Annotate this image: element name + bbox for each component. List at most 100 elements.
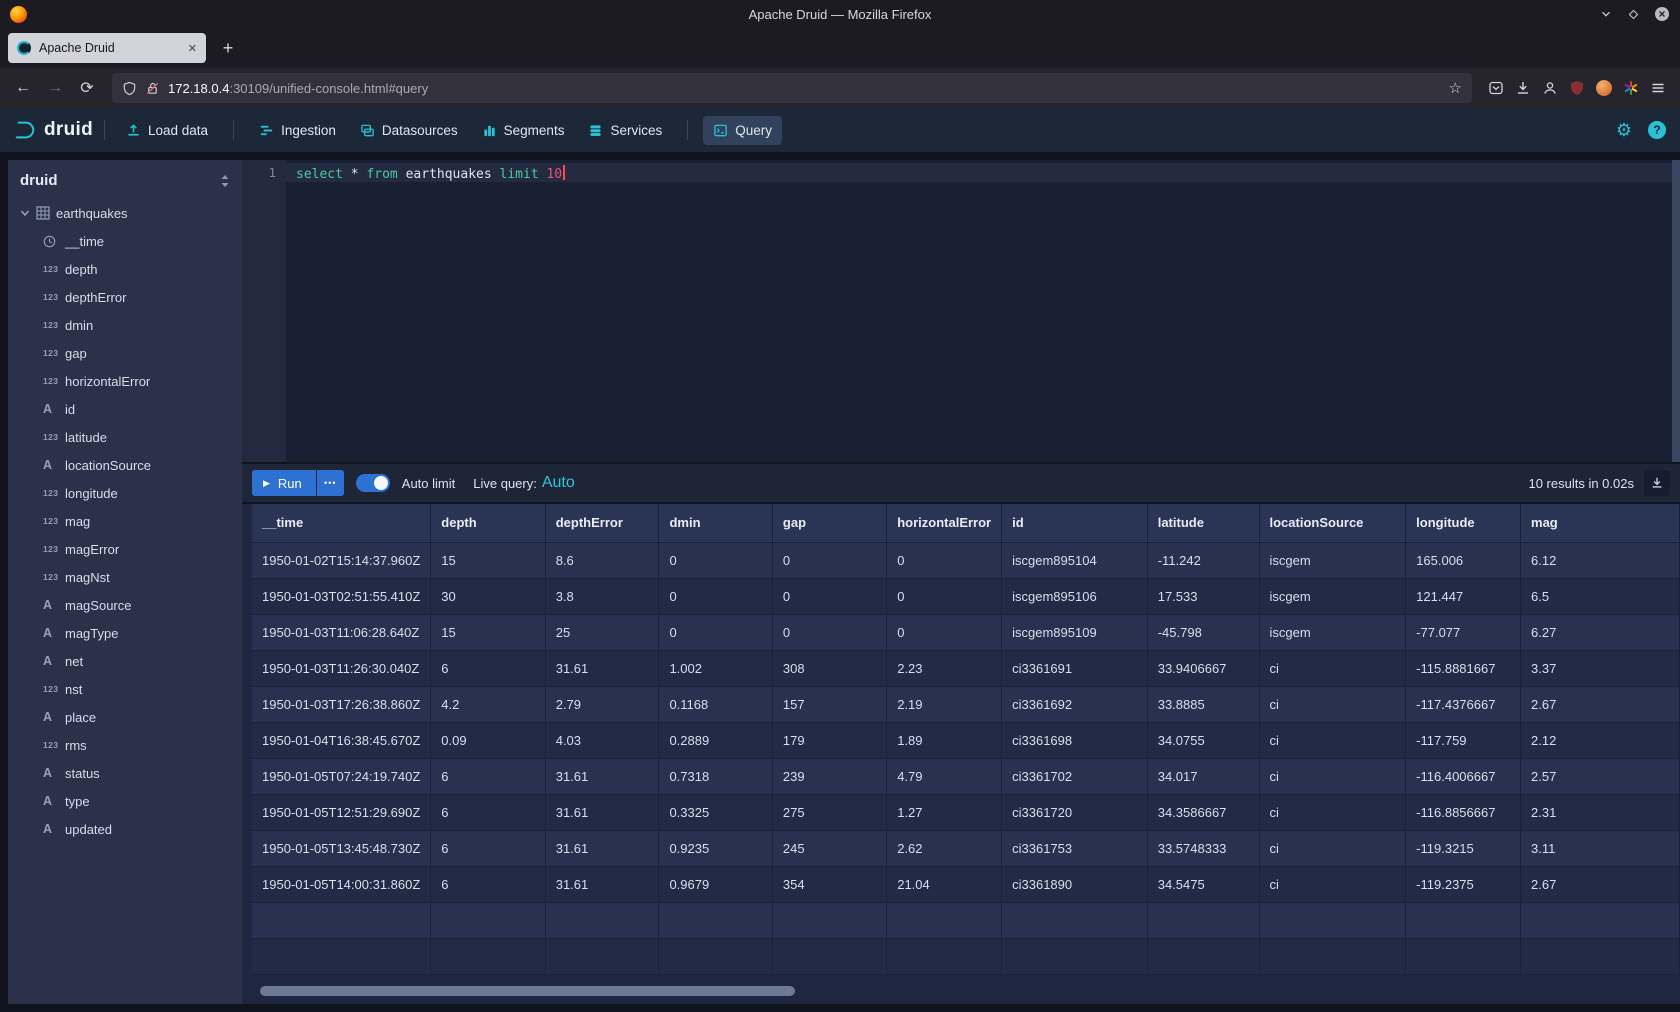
extension-pinwheel-icon[interactable] [1623,80,1639,96]
cell[interactable]: ci3361753 [1002,830,1148,866]
cell[interactable]: 31.61 [545,794,659,830]
help-icon[interactable]: ? [1648,121,1666,139]
cell[interactable]: 0 [772,578,886,614]
cell[interactable]: 1950-01-05T12:51:29.690Z [252,794,431,830]
cell[interactable]: ci3361698 [1002,722,1148,758]
cell[interactable]: 0 [772,542,886,578]
schema-column-latitude[interactable]: 123 latitude [8,423,242,451]
cell[interactable]: 1.002 [659,650,772,686]
run-button[interactable]: ▶Run [252,470,316,496]
cell[interactable]: 33.9406667 [1147,650,1259,686]
cell[interactable]: 1950-01-05T13:45:48.730Z [252,830,431,866]
cell[interactable]: 34.0755 [1147,722,1259,758]
schema-column-depthError[interactable]: 123 depthError [8,283,242,311]
schema-column-mag[interactable]: 123 mag [8,507,242,535]
schema-column-gap[interactable]: 123 gap [8,339,242,367]
bookmark-star-icon[interactable]: ☆ [1449,79,1462,97]
cell[interactable]: 33.8885 [1147,686,1259,722]
cell[interactable]: 0.1168 [659,686,772,722]
schema-column-magNst[interactable]: 123 magNst [8,563,242,591]
cell[interactable]: 2.67 [1521,866,1680,902]
cell[interactable]: 245 [772,830,886,866]
schema-column-net[interactable]: A net [8,647,242,675]
schema-column-magType[interactable]: A magType [8,619,242,647]
schema-column-horizontalError[interactable]: 123 horizontalError [8,367,242,395]
schema-column-updated[interactable]: A updated [8,815,242,843]
cell[interactable]: 2.23 [887,650,1002,686]
run-more-button[interactable]: ••• [317,470,344,496]
cell[interactable]: iscgem [1259,614,1406,650]
cell[interactable]: 0.9235 [659,830,772,866]
cell[interactable]: 1950-01-03T11:26:30.040Z [252,650,431,686]
cell[interactable]: 30 [431,578,545,614]
insecure-lock-icon[interactable] [145,81,160,96]
schema-column-longitude[interactable]: 123 longitude [8,479,242,507]
cell[interactable]: 157 [772,686,886,722]
column-header-id[interactable]: id [1002,504,1148,542]
nav-item-load-data[interactable]: Load data [116,116,218,145]
cell[interactable]: ci [1259,722,1406,758]
nav-item-services[interactable]: Services [578,116,672,145]
window-shade-icon[interactable] [1599,7,1613,21]
cell[interactable]: ci3361720 [1002,794,1148,830]
cell[interactable]: -77.077 [1406,614,1521,650]
cell[interactable]: ci3361691 [1002,650,1148,686]
cell[interactable]: 1950-01-04T16:38:45.670Z [252,722,431,758]
cell[interactable]: iscgem895104 [1002,542,1148,578]
cell[interactable]: 6 [431,866,545,902]
column-header-__time[interactable]: __time [252,504,431,542]
cell[interactable]: ci3361890 [1002,866,1148,902]
ublock-origin-icon[interactable] [1569,80,1585,96]
cell[interactable]: 21.04 [887,866,1002,902]
column-header-horizontalError[interactable]: horizontalError [887,504,1002,542]
cell[interactable]: 25 [545,614,659,650]
schema-table-earthquakes[interactable]: earthquakes [8,199,242,227]
cell[interactable]: -119.2375 [1406,866,1521,902]
cell[interactable]: 31.61 [545,650,659,686]
cell[interactable]: 34.017 [1147,758,1259,794]
cell[interactable]: 2.31 [1521,794,1680,830]
cell[interactable]: 275 [772,794,886,830]
cell[interactable]: iscgem [1259,578,1406,614]
schema-column-status[interactable]: A status [8,759,242,787]
settings-gear-icon[interactable]: ⚙ [1616,121,1632,139]
cell[interactable]: 1950-01-03T17:26:38.860Z [252,686,431,722]
druid-logo[interactable]: druid [14,119,93,141]
column-header-longitude[interactable]: longitude [1406,504,1521,542]
sort-columns-icon[interactable] [220,174,230,188]
browser-tab-apache-druid[interactable]: Apache Druid ✕ [8,33,206,63]
cell[interactable]: 15 [431,542,545,578]
new-tab-button[interactable]: + [214,34,242,62]
cell[interactable]: ci [1259,758,1406,794]
cell[interactable]: ci3361692 [1002,686,1148,722]
cell[interactable]: iscgem [1259,542,1406,578]
cell[interactable]: 179 [772,722,886,758]
menu-hamburger-icon[interactable] [1650,80,1666,96]
cell[interactable]: 1950-01-03T11:06:28.640Z [252,614,431,650]
cell[interactable]: 15 [431,614,545,650]
horizontal-scrollbar[interactable] [260,986,795,996]
cell[interactable]: 1950-01-05T07:24:19.740Z [252,758,431,794]
column-header-latitude[interactable]: latitude [1147,504,1259,542]
url-bar[interactable]: 172.18.0.4:30109/unified-console.html#qu… [112,73,1472,103]
cell[interactable]: 1950-01-05T14:00:31.860Z [252,866,431,902]
cell[interactable]: 3.37 [1521,650,1680,686]
cell[interactable]: 239 [772,758,886,794]
column-header-locationSource[interactable]: locationSource [1259,504,1406,542]
cell[interactable]: 6 [431,758,545,794]
tracking-protection-shield-icon[interactable] [122,81,137,96]
cell[interactable]: 3.11 [1521,830,1680,866]
cell[interactable]: 0 [887,614,1002,650]
nav-item-datasources[interactable]: Datasources [350,116,468,145]
cell[interactable]: 17.533 [1147,578,1259,614]
cell[interactable]: 31.61 [545,758,659,794]
cell[interactable]: 0 [772,614,886,650]
cell[interactable]: ci [1259,830,1406,866]
schema-column-locationSource[interactable]: A locationSource [8,451,242,479]
schema-column-magError[interactable]: 123 magError [8,535,242,563]
tab-close-icon[interactable]: ✕ [188,42,197,55]
downloads-icon[interactable] [1515,80,1531,96]
cell[interactable]: 2.57 [1521,758,1680,794]
auto-limit-toggle[interactable] [356,474,390,492]
maximize-icon[interactable] [1627,8,1640,21]
